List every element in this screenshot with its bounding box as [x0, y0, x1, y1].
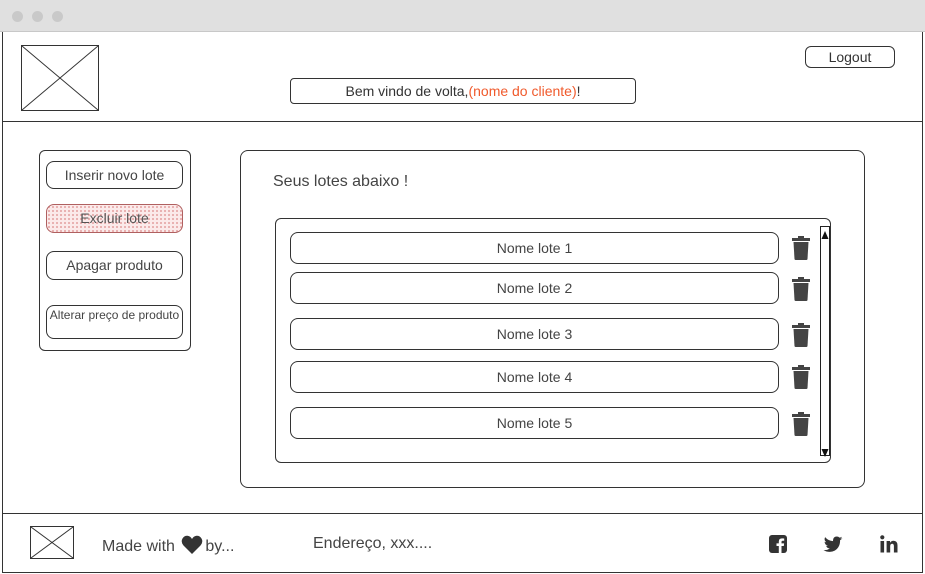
lot-item[interactable]: Nome lote 1 — [290, 232, 779, 264]
header: Bem vindo de volta,(nome do cliente)! Lo… — [3, 32, 922, 122]
window-dot-icon — [12, 11, 23, 22]
page-frame: Bem vindo de volta,(nome do cliente)! Lo… — [2, 32, 923, 573]
client-name: (nome do cliente) — [468, 83, 577, 99]
lots-panel: Seus lotes abaixo ! Nome lote 1 Nome lot… — [240, 150, 865, 488]
address-text: Endereço, xxx.... — [313, 535, 433, 552]
by-label: by... — [205, 538, 235, 555]
facebook-icon[interactable] — [768, 534, 788, 554]
made-with-label: Made with — [102, 538, 175, 555]
trash-icon[interactable] — [792, 277, 810, 301]
logout-button[interactable]: Logout — [805, 46, 895, 68]
trash-icon[interactable] — [792, 365, 810, 389]
delete-lot-button[interactable]: Excluir lote — [46, 204, 183, 233]
twitter-icon[interactable] — [823, 534, 843, 554]
window-dot-icon — [52, 11, 63, 22]
lots-list: Nome lote 1 Nome lote 2 Nome lote 3 Nome… — [275, 218, 831, 463]
trash-icon[interactable] — [792, 412, 810, 436]
scroll-up-arrow-icon[interactable] — [821, 227, 829, 239]
scrollbar[interactable] — [820, 226, 830, 457]
change-price-button[interactable]: Alterar preço de produto — [46, 305, 183, 339]
logo-placeholder-icon — [21, 45, 99, 111]
panel-title: Seus lotes abaixo ! — [273, 173, 409, 190]
footer: Made with by... Endereço, xxx.... — [3, 513, 922, 572]
window-dot-icon — [32, 11, 43, 22]
sidebar: Inserir novo lote Excluir lote Apagar pr… — [39, 150, 191, 351]
delete-product-button[interactable]: Apagar produto — [46, 251, 183, 280]
window-titlebar — [0, 0, 925, 32]
trash-icon[interactable] — [792, 323, 810, 347]
lot-item[interactable]: Nome lote 4 — [290, 361, 779, 393]
linkedin-icon[interactable] — [879, 534, 899, 554]
welcome-suffix: ! — [576, 83, 581, 99]
scroll-down-arrow-icon[interactable] — [821, 445, 829, 457]
lot-item[interactable]: Nome lote 2 — [290, 272, 779, 304]
welcome-text: Bem vindo de volta, — [345, 83, 469, 99]
welcome-banner: Bem vindo de volta,(nome do cliente)! — [290, 78, 636, 104]
insert-lot-button[interactable]: Inserir novo lote — [46, 161, 183, 189]
lot-item[interactable]: Nome lote 5 — [290, 407, 779, 439]
lot-item[interactable]: Nome lote 3 — [290, 318, 779, 350]
trash-icon[interactable] — [792, 236, 810, 260]
footer-logo-placeholder-icon — [30, 526, 74, 559]
made-with-text: Made with by... — [102, 535, 234, 556]
heart-icon — [181, 535, 203, 555]
